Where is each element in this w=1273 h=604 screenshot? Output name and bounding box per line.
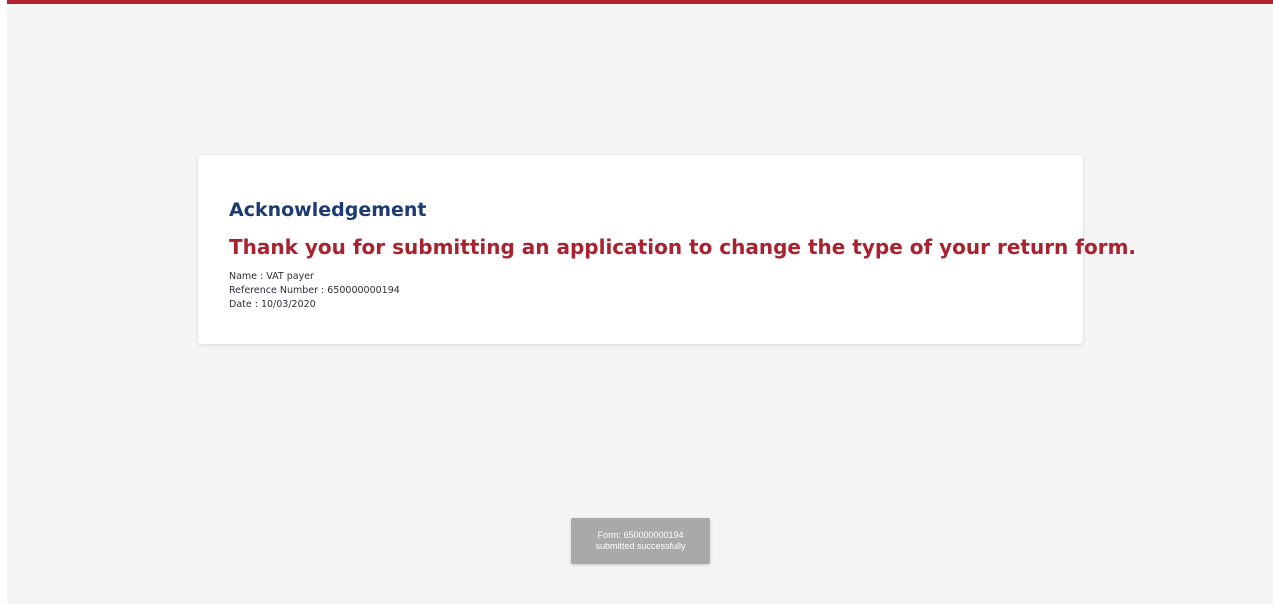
- acknowledgement-card: Acknowledgement Thank you for submitting…: [198, 155, 1136, 344]
- submission-details: Name : VAT payer Reference Number : 6500…: [229, 270, 400, 312]
- payer-name: Name : VAT payer: [229, 271, 314, 282]
- submission-date: Date : 10/03/2020: [229, 299, 316, 310]
- page-background: Acknowledgement Thank you for submitting…: [7, 0, 1273, 604]
- acknowledgement-title: Acknowledgement: [229, 199, 427, 221]
- reference-number: Reference Number : 650000000194: [229, 285, 400, 296]
- success-toast: Form: 650000000194 submitted successfull…: [571, 518, 710, 564]
- top-accent-bar: [7, 0, 1273, 4]
- toast-status: submitted successfully: [595, 541, 686, 551]
- toast-form-number: Form: 650000000194: [597, 530, 684, 540]
- thank-you-message: Thank you for submitting an application …: [229, 235, 1137, 259]
